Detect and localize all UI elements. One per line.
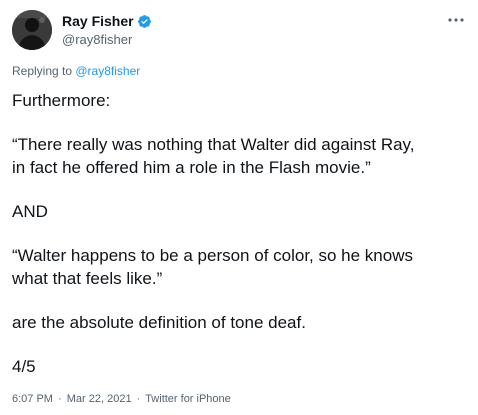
meta-separator: · — [136, 393, 141, 405]
tweet-line: “Walter happens to be a person of color,… — [12, 246, 413, 265]
replying-to-label: Replying to — [12, 64, 76, 78]
tweet-line: what that feels like.” — [12, 269, 163, 288]
tweet-line: AND — [12, 202, 48, 221]
verified-badge-icon — [137, 14, 152, 29]
tweet-date[interactable]: Mar 22, 2021 — [67, 393, 132, 405]
tweet-header: Ray Fisher @ray8fisher — [12, 10, 466, 50]
meta-separator: · — [58, 393, 62, 405]
replying-to: Replying to @ray8fisher — [12, 63, 140, 79]
handle[interactable]: @ray8fisher — [62, 31, 152, 49]
tweet-meta: 6:07 PM · Mar 22, 2021 · Twitter for iPh… — [12, 392, 231, 406]
more-options-icon[interactable] — [448, 12, 464, 28]
tweet-line: Furthermore: — [12, 91, 111, 110]
tweet-time[interactable]: 6:07 PM — [12, 393, 53, 405]
tweet-line: “There really was nothing that Walter di… — [12, 135, 415, 154]
display-name-row: Ray Fisher — [62, 12, 152, 30]
tweet-source[interactable]: Twitter for iPhone — [145, 393, 231, 405]
tweet-line: are the absolute definition of tone deaf… — [12, 313, 306, 332]
author-block: Ray Fisher @ray8fisher — [62, 12, 152, 49]
tweet-line: in fact he offered him a role in the Fla… — [12, 158, 371, 177]
display-name[interactable]: Ray Fisher — [62, 12, 134, 30]
tweet: Ray Fisher @ray8fisher Replying to @ray8… — [0, 0, 478, 415]
tweet-line: 4/5 — [12, 357, 36, 376]
replying-to-mention-link[interactable]: @ray8fisher — [75, 64, 140, 78]
avatar[interactable] — [12, 10, 52, 50]
